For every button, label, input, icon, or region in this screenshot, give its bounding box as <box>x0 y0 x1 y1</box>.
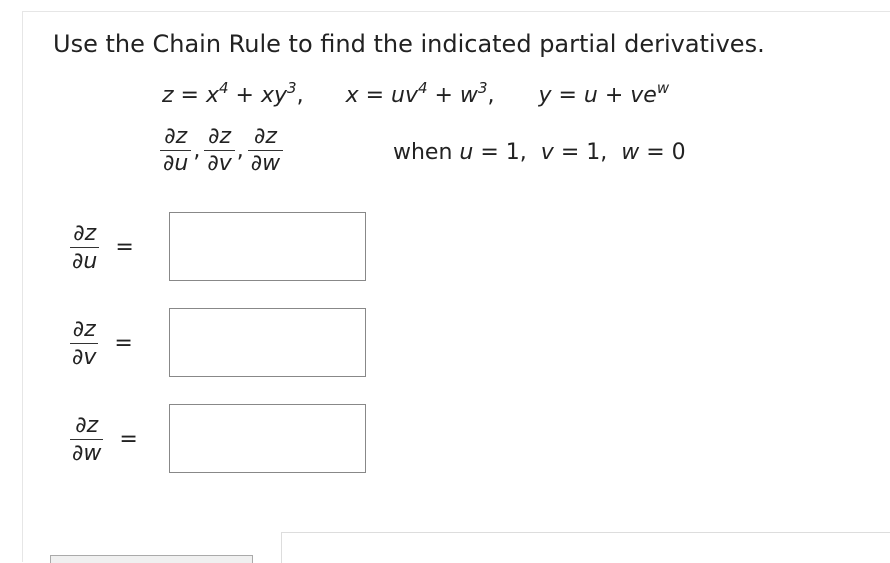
answer-row-dv: ∂z ∂v = <box>70 307 134 379</box>
equals-sign: = <box>114 330 133 356</box>
derivative-dw: ∂z ∂w <box>247 124 284 177</box>
derivative-dv: ∂z ∂v <box>204 124 235 177</box>
condition-text: when u = 1, v = 1, w = 0 <box>393 140 686 165</box>
answer-row-du: ∂z ∂u = <box>70 211 135 283</box>
answer-input-du[interactable] <box>169 212 366 281</box>
z-equation: z = x4 + xy3, <box>162 79 304 109</box>
answer-label-du: ∂z ∂u <box>70 220 100 274</box>
bottom-panel <box>281 532 890 563</box>
answer-row-dw: ∂z ∂w = <box>70 403 139 475</box>
x-equation: x = uv4 + w3, <box>345 79 495 109</box>
equation-line: z = x4 + xy3, x = uv4 + w3, y = u + vew <box>162 79 670 109</box>
y-equation: y = u + vew <box>538 79 670 109</box>
answer-label-dv: ∂z ∂v <box>70 316 99 370</box>
derivative-du: ∂z ∂u <box>160 124 192 177</box>
panel-left-border <box>22 11 23 562</box>
panel-top-border <box>22 11 890 12</box>
derivatives-list: ∂z ∂u, ∂z ∂v, ∂z ∂w <box>160 124 284 177</box>
equals-sign: = <box>115 234 134 260</box>
answer-label-dw: ∂z ∂w <box>70 412 104 466</box>
instruction-text: Use the Chain Rule to find the indicated… <box>53 30 765 58</box>
answer-input-dv[interactable] <box>169 308 366 377</box>
answer-input-dw[interactable] <box>169 404 366 473</box>
equals-sign: = <box>119 426 138 452</box>
